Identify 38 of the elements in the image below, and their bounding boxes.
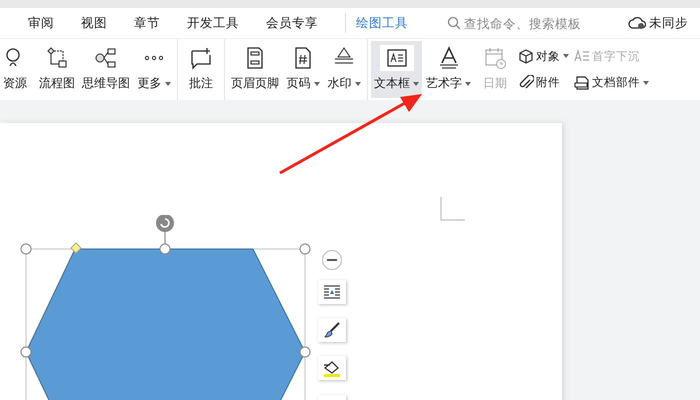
more-icon xyxy=(144,55,164,61)
search-icon xyxy=(447,16,461,30)
ribbon-button[interactable]: 思维导图 xyxy=(79,41,133,98)
ribbon-button[interactable]: 资源 xyxy=(0,41,35,98)
ribbon-tab[interactable]: 绘图工具 xyxy=(356,14,423,32)
cloud-icon xyxy=(628,16,646,30)
ribbon-button[interactable]: 附件 xyxy=(516,74,571,91)
ribbon-icon xyxy=(94,46,118,70)
ribbon-button[interactable]: 文档部件 xyxy=(572,74,651,91)
ribbon-button[interactable]: 对象 xyxy=(516,48,571,64)
brush-icon xyxy=(323,321,341,339)
ribbon-tab[interactable]: 视图 xyxy=(81,14,122,32)
collapse-icon[interactable] xyxy=(321,249,343,271)
ribbon-tab[interactable]: 审阅 xyxy=(28,14,69,32)
ribbon-button[interactable]: 文本框 xyxy=(371,41,422,98)
ribbon-button[interactable]: 更多 xyxy=(134,41,174,98)
ribbon-icon xyxy=(483,46,507,70)
ribbon-button[interactable]: 批注 xyxy=(181,41,221,98)
ribbon-button[interactable]: 页码 xyxy=(283,41,323,98)
layout-options-button[interactable] xyxy=(318,280,346,304)
ribbon-tab[interactable]: 章节 xyxy=(134,14,175,32)
paint-bucket-icon xyxy=(322,359,342,377)
ribbon-tab[interactable]: 开发工具 xyxy=(187,14,254,32)
text-wrap-icon xyxy=(323,284,341,300)
ribbon-icon xyxy=(518,48,534,64)
sync-button[interactable]: 未同步 xyxy=(622,14,694,32)
ribbon-icon xyxy=(518,74,534,91)
ribbon-icon xyxy=(574,74,590,91)
ribbon-button[interactable]: 页眉页脚 xyxy=(228,41,282,98)
ribbon-tab[interactable]: 会员专享 xyxy=(266,14,333,32)
ribbon-button[interactable]: 水印 xyxy=(324,41,364,98)
fill-button[interactable] xyxy=(318,356,346,380)
corner-mark xyxy=(440,197,465,221)
ribbon-button[interactable]: 艺术字 xyxy=(423,41,474,98)
ribbon-icon xyxy=(45,46,69,70)
ribbon-button[interactable]: 流程图 xyxy=(36,41,78,98)
style-button[interactable] xyxy=(318,318,346,342)
ribbon-icon xyxy=(189,46,213,70)
